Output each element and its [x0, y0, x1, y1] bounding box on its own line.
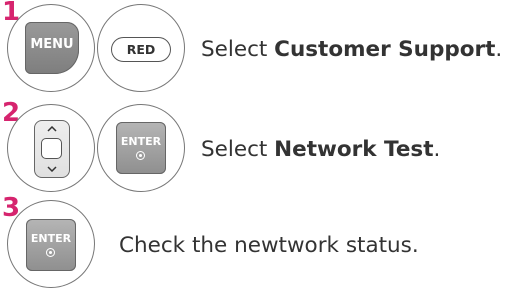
nav-ok-button[interactable]	[41, 138, 62, 159]
menu-button-label: MENU	[30, 37, 74, 52]
remote-circle-enter-3: ENTER	[7, 200, 95, 288]
remote-circle-red: RED	[97, 4, 185, 92]
step-3-instruction: Check the newtwork status.	[119, 233, 419, 258]
enter-button-step2[interactable]: ENTER	[116, 122, 166, 174]
nav-up-icon[interactable]	[47, 126, 57, 132]
enter-dot-icon	[136, 151, 145, 160]
remote-circle-enter-2: ENTER	[97, 104, 185, 192]
step-2-target: Network Test	[274, 137, 434, 162]
enter-label-step2: ENTER	[120, 135, 162, 148]
step-1-target: Customer Support	[274, 37, 496, 62]
menu-button[interactable]: MENU	[25, 22, 79, 74]
step-2-instruction: Select Network Test.	[201, 137, 441, 162]
remote-circle-nav	[7, 104, 95, 192]
red-button[interactable]: RED	[111, 37, 171, 62]
enter-label-step3: ENTER	[30, 232, 72, 245]
enter-dot-icon	[46, 248, 55, 257]
nav-down-icon[interactable]	[47, 166, 57, 172]
remote-circle-menu: MENU	[7, 4, 95, 92]
navigation-pad[interactable]	[34, 120, 70, 178]
enter-button-step3[interactable]: ENTER	[26, 219, 76, 271]
red-button-label: RED	[126, 42, 156, 57]
step-1-instruction: Select Customer Support.	[201, 37, 503, 62]
